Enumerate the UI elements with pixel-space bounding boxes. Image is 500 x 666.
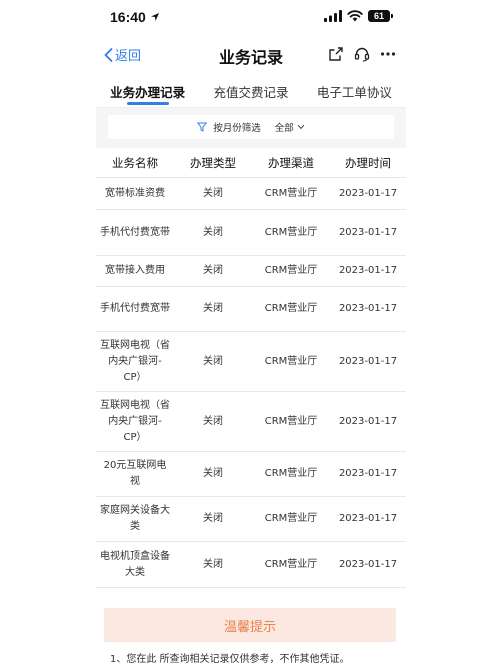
row-type: 关闭 xyxy=(203,303,223,314)
row-channel: CRM营业厅 xyxy=(264,355,318,367)
records-table: 业务名称 办理类型 办理渠道 办理时间 宽带标准资费 关闭 CRM营业厅 202… xyxy=(96,148,406,588)
month-filter-label: 按月份筛选 xyxy=(213,123,261,134)
header-business-name: 业务名称 xyxy=(112,155,158,170)
table-row: 手机代付费宽带 关闭 CRM营业厅 2023-01-17 xyxy=(96,287,406,332)
row-time: 2023-01-17 xyxy=(338,187,398,199)
row-business-name: 宽带接入费用 xyxy=(105,265,165,276)
table-row: 宽带标准资费 关闭 CRM营业厅 2023-01-17 xyxy=(96,178,406,210)
table-header: 业务名称 办理类型 办理渠道 办理时间 xyxy=(96,148,406,178)
row-channel: CRM营业厅 xyxy=(264,415,318,427)
table-row: 电视机顶盒设备大类 关闭 CRM营业厅 2023-01-17 xyxy=(96,542,406,588)
row-type: 关闭 xyxy=(203,265,223,276)
row-business-name: 手机代付费宽带 xyxy=(100,303,170,314)
share-icon[interactable] xyxy=(328,46,344,62)
row-channel: CRM营业厅 xyxy=(264,303,318,314)
row-type: 关闭 xyxy=(203,558,223,570)
more-icon[interactable] xyxy=(380,46,396,62)
row-type: 关闭 xyxy=(203,468,223,479)
row-channel: CRM营业厅 xyxy=(264,187,318,199)
location-arrow-icon xyxy=(151,13,159,21)
row-channel: CRM营业厅 xyxy=(264,513,318,524)
row-business-name: 互联网电视（省内央广银河-CP） xyxy=(100,339,170,383)
warm-tip-banner: 温馨提示 xyxy=(104,608,396,642)
table-row: 互联网电视（省内央广银河-CP） 关闭 CRM营业厅 2023-01-17 xyxy=(96,392,406,452)
filter-funnel-icon xyxy=(197,122,208,132)
header-time: 办理时间 xyxy=(345,155,391,170)
tab-business-records[interactable]: 业务办理记录 xyxy=(96,72,199,107)
all-dropdown[interactable]: 全部 xyxy=(275,120,305,134)
row-business-name: 电视机顶盒设备大类 xyxy=(100,550,170,578)
row-business-name: 互联网电视（省内央广银河-CP） xyxy=(100,399,170,443)
row-time: 2023-01-17 xyxy=(338,558,398,570)
wifi-icon xyxy=(347,10,363,22)
all-dropdown-label: 全部 xyxy=(274,123,294,134)
chevron-down-icon xyxy=(297,124,305,130)
row-channel: CRM营业厅 xyxy=(264,226,318,238)
row-time: 2023-01-17 xyxy=(338,355,398,367)
row-type: 关闭 xyxy=(203,187,223,199)
row-time: 2023-01-17 xyxy=(338,303,398,314)
row-time: 2023-01-17 xyxy=(338,265,398,276)
headset-icon[interactable] xyxy=(354,46,370,62)
row-time: 2023-01-17 xyxy=(338,468,398,479)
row-channel: CRM营业厅 xyxy=(264,265,318,276)
nav-bar: 返回 业务记录 xyxy=(96,38,406,72)
nav-actions xyxy=(328,46,396,62)
cellular-signal-icon xyxy=(324,10,342,22)
month-filter[interactable]: 按月份筛选 全部 xyxy=(108,115,394,139)
tab-work-order-agreements[interactable]: 电子工单协议 xyxy=(303,72,406,107)
row-business-name: 家庭网关设备大类 xyxy=(100,505,170,532)
row-type: 关闭 xyxy=(203,226,223,238)
row-time: 2023-01-17 xyxy=(338,415,398,427)
header-type: 办理类型 xyxy=(190,155,236,170)
status-indicators: 61 xyxy=(324,10,393,22)
status-bar: 16:40 61 xyxy=(0,0,500,38)
row-business-name: 20元互联网电视 xyxy=(103,460,167,487)
table-row: 20元互联网电视 关闭 CRM营业厅 2023-01-17 xyxy=(96,452,406,497)
battery-icon: 61 xyxy=(368,10,393,22)
row-type: 关闭 xyxy=(203,355,223,367)
status-time: 16:40 xyxy=(110,9,146,25)
tab-recharge-records[interactable]: 充值交费记录 xyxy=(199,72,302,107)
row-time: 2023-01-17 xyxy=(338,513,398,524)
filter-bar: 按月份筛选 全部 xyxy=(96,108,406,148)
table-row: 宽带接入费用 关闭 CRM营业厅 2023-01-17 xyxy=(96,256,406,287)
row-type: 关闭 xyxy=(203,415,223,427)
warm-tip-title: 温馨提示 xyxy=(223,619,276,635)
row-type: 关闭 xyxy=(203,513,223,524)
row-business-name: 宽带标准资费 xyxy=(105,187,165,199)
table-row: 家庭网关设备大类 关闭 CRM营业厅 2023-01-17 xyxy=(96,497,406,542)
table-row: 手机代付费宽带 关闭 CRM营业厅 2023-01-17 xyxy=(96,210,406,256)
row-channel: CRM营业厅 xyxy=(264,468,318,479)
record-tabs: 业务办理记录 充值交费记录 电子工单协议 xyxy=(96,72,406,108)
disclaimer-text: 1、您在此 所查询相关记录仅供参考，不作其他凭证。 xyxy=(110,654,350,665)
table-row: 互联网电视（省内央广银河-CP） 关闭 CRM营业厅 2023-01-17 xyxy=(96,332,406,392)
row-channel: CRM营业厅 xyxy=(264,558,318,570)
row-business-name: 手机代付费宽带 xyxy=(100,226,170,238)
row-time: 2023-01-17 xyxy=(338,226,398,238)
header-channel: 办理渠道 xyxy=(268,155,314,170)
